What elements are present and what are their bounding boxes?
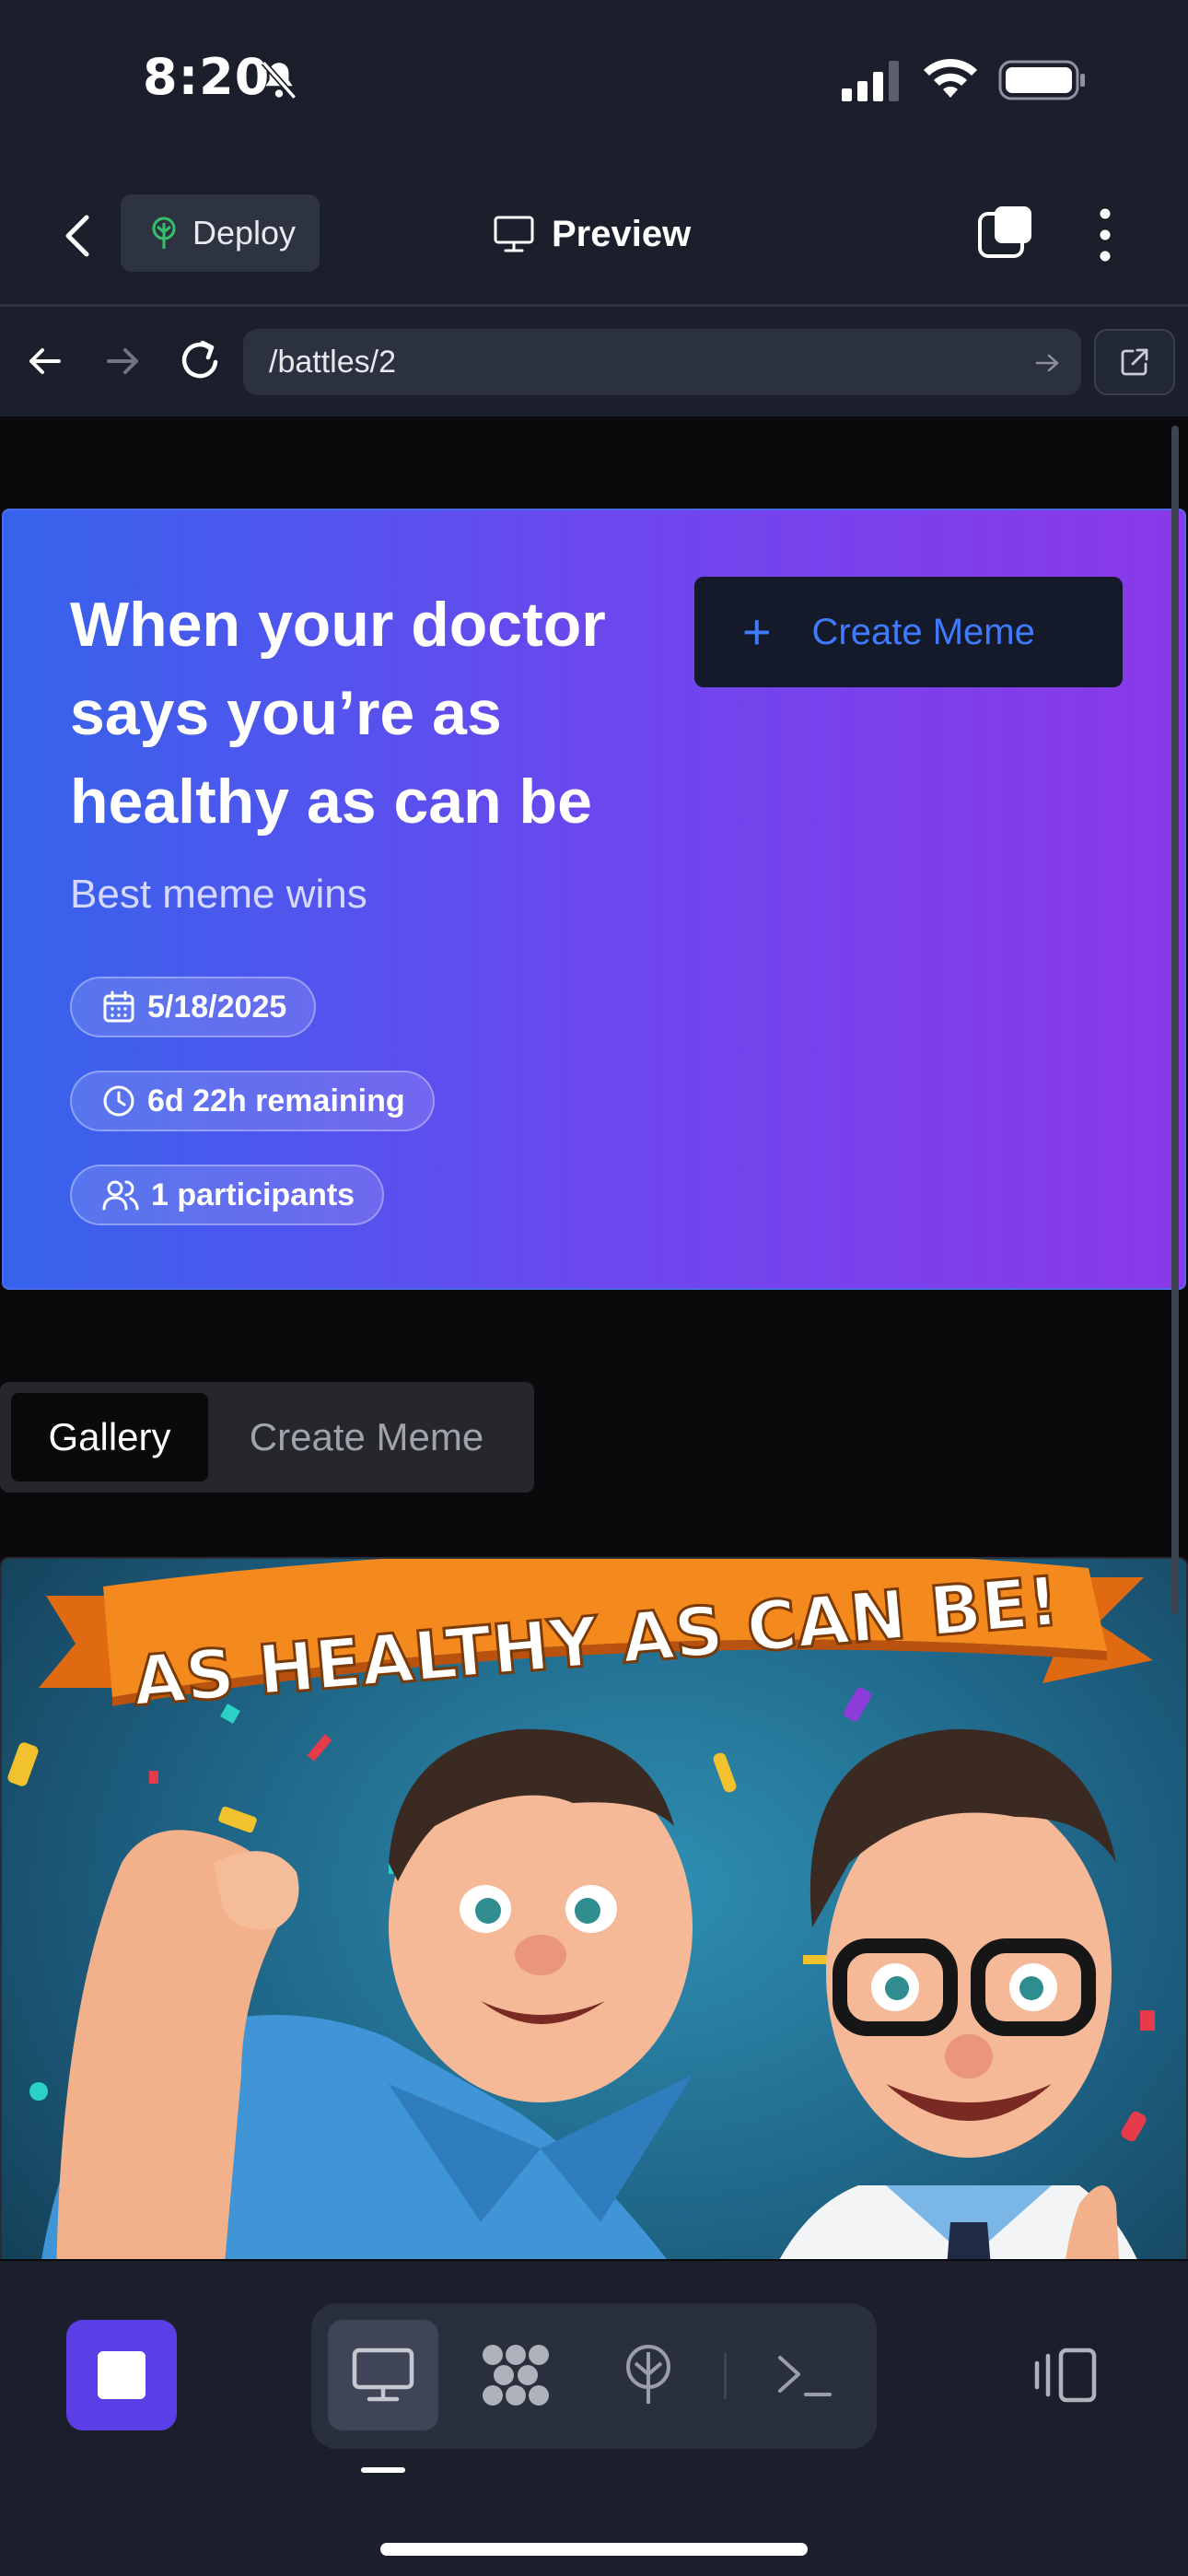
page-scrollbar[interactable] (1171, 426, 1179, 1614)
wifi-icon (924, 58, 977, 98)
meme-image: AS HEALTHY AS CAN BE! (7, 1559, 1155, 2259)
device-toggle-button[interactable] (1028, 2336, 1105, 2414)
device-frame-icon (1034, 2348, 1097, 2403)
calendar-icon (103, 990, 134, 1023)
date-badge: 5/18/2025 (70, 977, 317, 1037)
time-remaining-badge: 6d 22h remaining (70, 1071, 435, 1131)
create-meme-button[interactable]: + Create Meme (694, 577, 1123, 687)
preview-mode-button[interactable] (328, 2320, 438, 2430)
preview-title: Preview (493, 205, 691, 263)
stop-icon (98, 2351, 146, 2399)
view-tabs: Gallery Create Meme (0, 1382, 534, 1493)
date-text: 5/18/2025 (147, 989, 287, 1025)
deploy-mode-button[interactable] (593, 2320, 704, 2430)
deploy-label: Deploy (192, 214, 297, 252)
participants-badge: 1 participants (70, 1165, 385, 1225)
chrome-divider (0, 304, 1188, 307)
go-arrow-icon[interactable] (1033, 349, 1061, 377)
terminal-icon (778, 2356, 832, 2396)
group-divider (724, 2353, 727, 2399)
view-mode-group (311, 2303, 877, 2449)
users-icon (102, 1180, 139, 1211)
battery-icon (998, 60, 1085, 100)
battle-hero-card: When your doctor says you’re as healthy … (2, 509, 1186, 1290)
clock-icon (103, 1085, 134, 1117)
assets-mode-button[interactable] (460, 2320, 571, 2430)
active-mode-indicator (361, 2467, 405, 2473)
banner: AS HEALTHY AS CAN BE! (39, 1559, 1153, 1723)
battle-subtitle: Best meme wins (70, 872, 367, 917)
tabs-icon[interactable] (976, 203, 1037, 263)
deploy-button[interactable]: Deploy (121, 194, 320, 272)
status-bar: 8:20 (0, 0, 1188, 157)
external-link-icon (1121, 348, 1148, 376)
app-chrome: 8:20 Deploy Preview /battles/2 (0, 0, 1188, 416)
tab-gallery[interactable]: Gallery (11, 1393, 208, 1481)
monitor-icon (494, 216, 534, 252)
silent-mode-icon (261, 61, 297, 100)
tree-icon (626, 2345, 670, 2404)
tree-icon (152, 217, 176, 249)
character-doctor (779, 1728, 1137, 2259)
vertical-dots-icon[interactable] (1089, 205, 1122, 265)
web-content: When your doctor says you’re as healthy … (0, 416, 1188, 2259)
terminal-mode-button[interactable] (750, 2320, 860, 2430)
arrow-left-icon[interactable] (22, 338, 68, 384)
status-time: 8:20 (143, 48, 271, 106)
back-icon[interactable] (55, 208, 101, 263)
tab-create-meme[interactable]: Create Meme (219, 1393, 514, 1481)
url-bar-row: /battles/2 (0, 309, 1188, 415)
remaining-text: 6d 22h remaining (147, 1083, 405, 1118)
battle-title: When your doctor says you’re as healthy … (70, 590, 606, 837)
arrow-right-icon[interactable] (99, 338, 146, 384)
preview-label: Preview (552, 213, 692, 254)
meme-image-card[interactable]: AS HEALTHY AS CAN BE! (0, 1557, 1188, 2259)
home-indicator (380, 2543, 808, 2556)
cellular-signal-icon (842, 61, 899, 101)
stop-button[interactable] (66, 2320, 177, 2430)
url-input[interactable]: /battles/2 (243, 329, 1081, 395)
character-patient (41, 1728, 693, 2259)
participants-text: 1 participants (151, 1177, 355, 1212)
create-meme-label: Create Meme (811, 611, 1035, 652)
open-external-button[interactable] (1094, 329, 1175, 395)
url-text: /battles/2 (269, 344, 396, 380)
bottom-toolbar (0, 2261, 1188, 2576)
monitor-icon (352, 2348, 414, 2402)
grid-icon (483, 2345, 549, 2406)
reload-icon[interactable] (175, 334, 225, 386)
top-bar: Deploy Preview (0, 184, 1188, 304)
plus-icon: + (742, 604, 772, 660)
